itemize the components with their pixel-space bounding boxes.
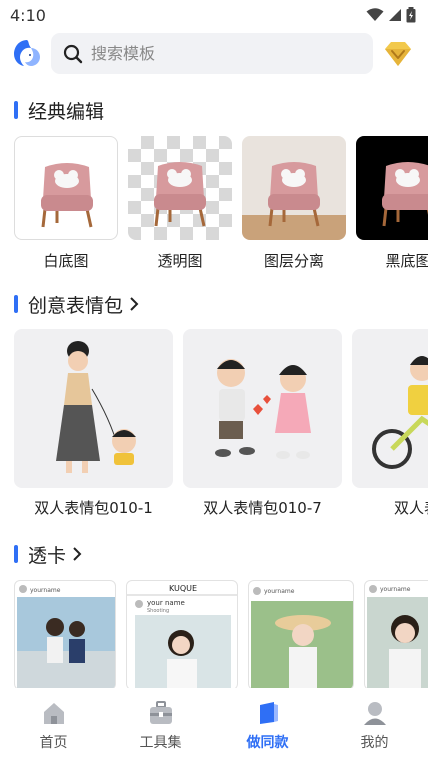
sticker-row[interactable]: 双人表情包010-1 双人表情包010-7 双人 bbox=[0, 329, 428, 519]
chevron-right-icon[interactable] bbox=[129, 296, 139, 312]
top-bar bbox=[0, 33, 428, 75]
chair-image bbox=[154, 162, 206, 227]
status-time: 4:10 bbox=[10, 5, 46, 25]
chair-image bbox=[382, 162, 428, 227]
nav-item-home[interactable]: 首页 bbox=[0, 688, 107, 760]
card-header: KUQUE bbox=[169, 584, 197, 593]
transparent-card-row[interactable]: yourname KUQUE your name Shooting yourna… bbox=[0, 580, 428, 688]
section-accent-bar bbox=[14, 101, 18, 119]
classic-card-black[interactable]: 黑底图 bbox=[356, 136, 428, 270]
classic-card-layers[interactable]: 图层分离 bbox=[242, 136, 346, 270]
section-title: 创意表情包 bbox=[28, 294, 124, 317]
section-accent-bar bbox=[14, 295, 18, 313]
search-bar[interactable] bbox=[51, 33, 373, 74]
section-transparent-card[interactable]: 透卡 bbox=[0, 540, 82, 568]
search-icon bbox=[63, 44, 83, 63]
nav-label: 做同款 bbox=[246, 735, 289, 751]
signal-icon bbox=[389, 9, 401, 21]
wifi-icon bbox=[366, 8, 384, 21]
section-sticker[interactable]: 创意表情包 bbox=[0, 290, 139, 318]
card-subtitle: Shooting bbox=[147, 608, 169, 614]
card-thumbnail bbox=[242, 136, 346, 240]
photo-image: yourname bbox=[17, 585, 115, 688]
nav-label: 工具集 bbox=[139, 735, 182, 751]
card-caption: 透明图 bbox=[157, 252, 203, 270]
card-caption: 黑底图 bbox=[385, 252, 428, 270]
card-username: yourname bbox=[264, 588, 295, 595]
sticker-card-1[interactable]: 双人表情包010-1 bbox=[14, 329, 173, 517]
photo-image: KUQUE your name Shooting bbox=[127, 584, 237, 688]
classic-card-transparent[interactable]: 透明图 bbox=[128, 136, 232, 270]
section-title: 经典编辑 bbox=[28, 100, 105, 123]
card-caption: 白底图 bbox=[43, 252, 89, 270]
search-input[interactable] bbox=[91, 44, 331, 63]
card-username: yourname bbox=[380, 586, 411, 593]
card-caption: 双人表情包010-7 bbox=[203, 499, 322, 517]
card-username: yourname bbox=[30, 587, 61, 594]
card-thumbnail: yourname bbox=[364, 580, 428, 688]
nav-item-make-same[interactable]: 做同款 bbox=[214, 688, 321, 760]
transcard-3[interactable]: yourname bbox=[248, 580, 354, 688]
card-caption: 双人表情包 bbox=[393, 499, 428, 517]
section-classic-edit: 经典编辑 bbox=[0, 96, 104, 124]
card-caption: 双人表情包010-1 bbox=[34, 499, 153, 517]
card-thumbnail bbox=[14, 136, 118, 240]
sticker-image bbox=[372, 356, 428, 469]
card-thumbnail bbox=[356, 136, 428, 240]
transcard-4[interactable]: yourname bbox=[364, 580, 428, 688]
status-bar: 4:10 bbox=[0, 0, 428, 30]
card-thumbnail bbox=[183, 329, 342, 488]
template-icon bbox=[259, 702, 278, 724]
profile-icon bbox=[363, 702, 386, 725]
nav-item-tools[interactable]: 工具集 bbox=[107, 688, 214, 760]
app-logo-icon[interactable] bbox=[12, 38, 42, 68]
nav-item-profile[interactable]: 我的 bbox=[321, 688, 428, 760]
sticker-card-2[interactable]: 双人表情包010-7 bbox=[183, 329, 342, 517]
chair-image bbox=[41, 163, 93, 228]
home-icon bbox=[43, 703, 64, 724]
card-username: your name bbox=[147, 599, 185, 607]
nav-label: 我的 bbox=[360, 735, 389, 751]
classic-edit-row[interactable]: 白底图 透明图 图层分离 黑底图 bbox=[0, 136, 428, 270]
sticker-image bbox=[215, 359, 311, 459]
card-caption: 图层分离 bbox=[263, 252, 324, 270]
sticker-card-3[interactable]: 双人表情包 bbox=[352, 329, 428, 517]
photo-image: yourname bbox=[251, 587, 353, 688]
sticker-image bbox=[56, 341, 136, 473]
section-accent-bar bbox=[14, 545, 18, 563]
nav-label: 首页 bbox=[39, 735, 68, 751]
section-title: 透卡 bbox=[28, 544, 67, 567]
battery-icon bbox=[406, 7, 416, 23]
card-thumbnail bbox=[352, 329, 428, 488]
photo-image: yourname bbox=[367, 585, 428, 688]
status-icons bbox=[366, 7, 416, 23]
transcard-1[interactable]: yourname bbox=[14, 580, 116, 688]
card-thumbnail bbox=[128, 136, 232, 240]
transcard-2[interactable]: KUQUE your name Shooting bbox=[126, 580, 238, 688]
card-thumbnail: yourname bbox=[14, 580, 116, 688]
chevron-right-icon[interactable] bbox=[72, 546, 82, 562]
toolbox-icon bbox=[149, 701, 172, 724]
chair-image bbox=[268, 162, 320, 227]
card-thumbnail: KUQUE your name Shooting bbox=[126, 580, 238, 688]
card-thumbnail bbox=[14, 329, 173, 488]
classic-card-white[interactable]: 白底图 bbox=[14, 136, 118, 270]
card-thumbnail: yourname bbox=[248, 580, 354, 688]
bottom-nav: 首页 工具集 做同款 我的 bbox=[0, 688, 428, 760]
vip-diamond-icon[interactable] bbox=[382, 39, 414, 69]
